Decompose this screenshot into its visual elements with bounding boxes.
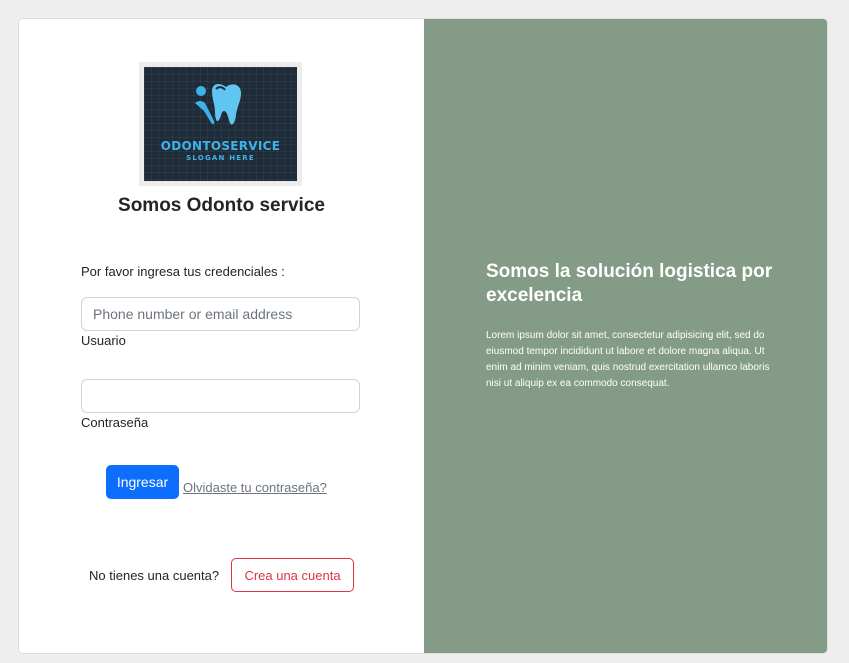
promo-panel: Somos la solución logistica por excelenc… <box>424 19 827 653</box>
username-input[interactable] <box>81 297 360 331</box>
promo-headline: Somos la solución logistica por excelenc… <box>486 261 773 306</box>
no-account-text: No tienes una cuenta? <box>89 568 220 583</box>
tooth-icon <box>195 83 242 125</box>
password-input[interactable] <box>81 379 360 413</box>
promo-body: Lorem ipsum dolor sit amet, consectetur … <box>486 330 770 389</box>
logo-frame: ODONTOSERVICE SLOGAN HERE <box>139 62 302 186</box>
forgot-password-link[interactable]: Olvidaste tu contraseña? <box>183 480 327 495</box>
login-panel: ODONTOSERVICE SLOGAN HERE Somos Odonto s… <box>19 19 424 653</box>
logo-slogan: SLOGAN HERE <box>186 154 255 162</box>
login-card: ODONTOSERVICE SLOGAN HERE Somos Odonto s… <box>18 18 828 654</box>
login-button[interactable]: Ingresar <box>106 465 179 499</box>
credentials-prompt: Por favor ingresa tus credenciales : <box>81 264 285 279</box>
brand-logo: ODONTOSERVICE SLOGAN HERE <box>144 67 297 181</box>
create-account-button[interactable]: Crea una cuenta <box>231 558 354 592</box>
brand-title: Somos Odonto service <box>118 195 325 216</box>
username-label: Usuario <box>81 333 126 348</box>
logo-name: ODONTOSERVICE <box>160 139 281 153</box>
password-label: Contraseña <box>81 415 149 430</box>
